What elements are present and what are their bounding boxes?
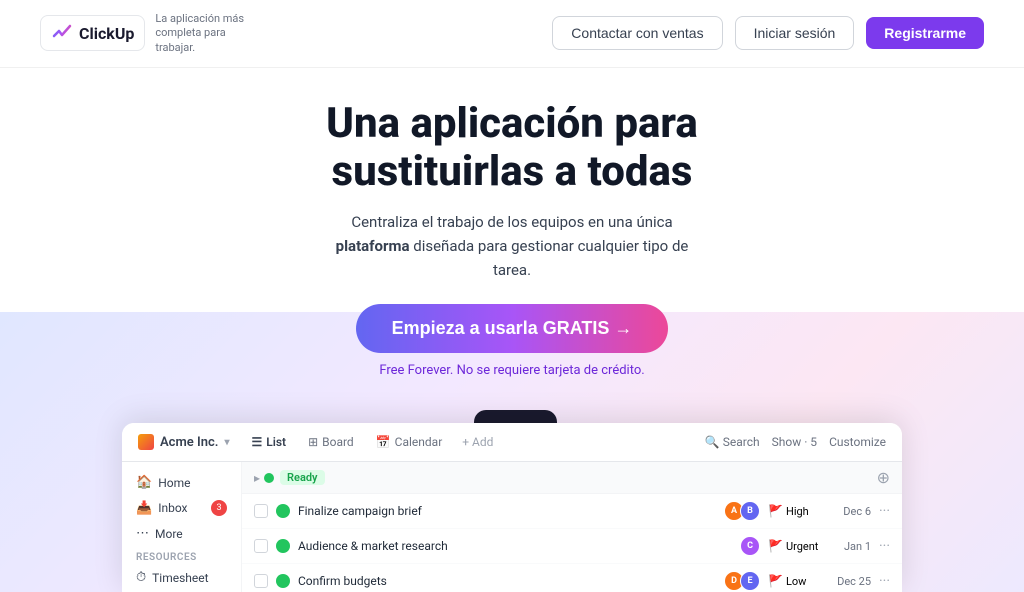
search-button[interactable]: 🔍 Search: [705, 435, 760, 449]
tab-list[interactable]: ☰ List: [241, 431, 296, 453]
task-name-2[interactable]: Audience & market research: [298, 539, 732, 553]
ready-status-label: Ready: [280, 470, 324, 485]
timesheet-icon: ⏱: [136, 570, 146, 585]
avatar-1b: B: [740, 501, 760, 521]
group-expand-icon[interactable]: ▸: [254, 471, 260, 485]
task-more-3[interactable]: ···: [879, 573, 890, 589]
task-status-dot-3: [276, 574, 290, 588]
app-topbar: Acme Inc. ▾ ☰ List ⊞ Board 📅 Calendar + …: [122, 423, 902, 462]
task-checkbox-2[interactable]: [254, 539, 268, 553]
task-avatars-1: A B: [724, 501, 760, 521]
task-checkbox-1[interactable]: [254, 504, 268, 518]
logo-tagline: La aplicación más completa para trabajar…: [155, 12, 255, 55]
more-icon: ⋯: [136, 526, 149, 541]
workspace-name-area[interactable]: Acme Inc. ▾: [138, 434, 229, 450]
header: ClickUp La aplicación más completa para …: [0, 0, 1024, 68]
task-date-2: Jan 1: [831, 540, 871, 553]
app-main-content: ▸ Ready ⊕ Finalize campaign brief A B 🚩: [242, 462, 902, 592]
cta-button[interactable]: Empieza a usarla GRATIS →: [356, 304, 669, 353]
ready-status-dot: [264, 473, 274, 483]
task-group-label: Ready: [264, 470, 324, 485]
task-avatars-3: D E: [724, 571, 760, 591]
task-avatars-2: C: [740, 536, 760, 556]
task-row: Confirm budgets D E 🚩 Low Dec 25 ···: [242, 564, 902, 592]
workspace-icon: [138, 434, 154, 450]
inbox-badge: 3: [211, 500, 227, 516]
task-status-dot-2: [276, 539, 290, 553]
register-button[interactable]: Registrarme: [866, 17, 984, 49]
inbox-icon: 📥: [136, 501, 152, 516]
clickup-logo-icon: [51, 22, 73, 44]
home-icon: 🏠: [136, 475, 152, 490]
app-preview: Acme Inc. ▾ ☰ List ⊞ Board 📅 Calendar + …: [122, 423, 902, 592]
task-more-1[interactable]: ···: [879, 503, 890, 519]
task-status-dot-1: [276, 504, 290, 518]
customize-button[interactable]: Customize: [829, 435, 886, 449]
task-name-1[interactable]: Finalize campaign brief: [298, 504, 716, 518]
workspace-dropdown-icon[interactable]: ▾: [224, 437, 229, 448]
workspace-name: Acme Inc.: [160, 435, 218, 450]
list-icon: ☰: [251, 435, 262, 449]
priority-flag-2: 🚩: [768, 539, 783, 553]
hero-subtitle: Centraliza el trabajo de los equipos en …: [322, 210, 702, 282]
task-row: Audience & market research C 🚩 Urgent Ja…: [242, 529, 902, 564]
logo-area: ClickUp La aplicación más completa para …: [40, 12, 255, 55]
avatar-2a: C: [740, 536, 760, 556]
app-toolbar-right: 🔍 Search Show · 5 Customize: [705, 435, 886, 449]
app-content: 🏠 Home 📥 Inbox 3 ⋯ More Resources ⏱ Time…: [122, 462, 902, 592]
tab-board[interactable]: ⊞ Board: [298, 431, 364, 453]
logo-box: ClickUp: [40, 15, 145, 51]
avatar-3b: E: [740, 571, 760, 591]
hero-title: Una aplicación para sustituirlas a todas: [20, 100, 1004, 197]
add-view-button[interactable]: + Add: [454, 431, 501, 453]
task-more-2[interactable]: ···: [879, 538, 890, 554]
header-nav: Contactar con ventas Iniciar sesión Regi…: [552, 16, 984, 50]
task-group-header: ▸ Ready ⊕: [242, 462, 902, 494]
add-task-button[interactable]: ⊕: [877, 468, 890, 487]
logo-text: ClickUp: [79, 24, 134, 43]
sidebar-item-timesheet[interactable]: ⏱ Timesheet: [130, 565, 233, 590]
priority-flag-1: 🚩: [768, 504, 783, 518]
sidebar-item-more[interactable]: ⋯ More: [130, 521, 233, 546]
task-row: Finalize campaign brief A B 🚩 High Dec 6…: [242, 494, 902, 529]
task-date-1: Dec 6: [831, 505, 871, 518]
app-tabs: ☰ List ⊞ Board 📅 Calendar + Add: [241, 431, 501, 453]
calendar-icon: 📅: [376, 435, 391, 449]
sidebar-item-home[interactable]: 🏠 Home: [130, 470, 233, 495]
app-sidebar: 🏠 Home 📥 Inbox 3 ⋯ More Resources ⏱ Time…: [122, 462, 242, 592]
priority-flag-3: 🚩: [768, 574, 783, 588]
task-checkbox-3[interactable]: [254, 574, 268, 588]
hero-note: Free Forever. No se requiere tarjeta de …: [20, 363, 1004, 378]
resources-section-label: Resources: [130, 546, 233, 565]
board-icon: ⊞: [308, 435, 318, 449]
tab-calendar[interactable]: 📅 Calendar: [366, 431, 453, 453]
hero-section: Una aplicación para sustituirlas a todas…: [0, 68, 1024, 399]
task-date-3: Dec 25: [831, 575, 871, 588]
task-priority-2: 🚩 Urgent: [768, 539, 823, 553]
login-button[interactable]: Iniciar sesión: [735, 16, 855, 50]
contact-sales-button[interactable]: Contactar con ventas: [552, 16, 722, 50]
task-name-3[interactable]: Confirm budgets: [298, 574, 716, 588]
show-filter-button[interactable]: Show · 5: [772, 435, 817, 449]
task-priority-1: 🚩 High: [768, 504, 823, 518]
sidebar-item-inbox[interactable]: 📥 Inbox 3: [130, 495, 233, 521]
task-priority-3: 🚩 Low: [768, 574, 823, 588]
